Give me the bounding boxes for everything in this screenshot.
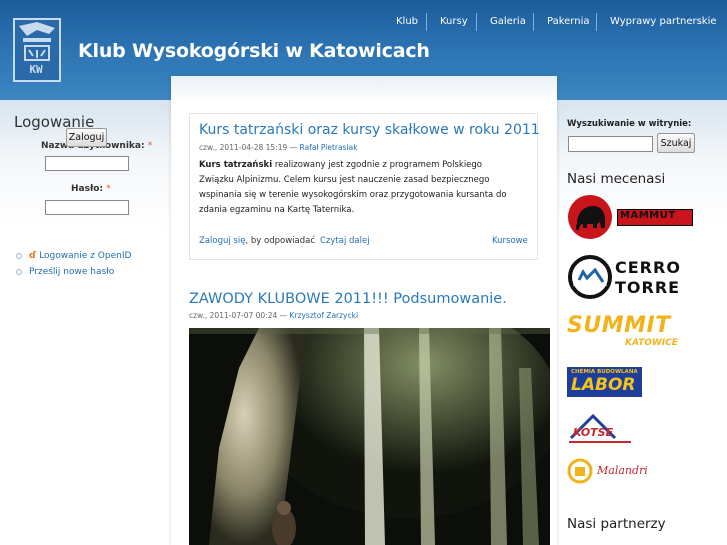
article-links: Zaloguj się, by odpowiadać xyxy=(199,236,315,246)
new-password-item: Prześlij nowe hasło xyxy=(16,267,114,277)
labor-logo[interactable]: CHEMIA BUDOWLANA LABOR xyxy=(567,367,642,397)
mammut-wordmark: MAMMUT xyxy=(620,210,676,221)
username-field[interactable] xyxy=(45,156,129,171)
read-more-wrap: Czytaj dalej xyxy=(320,236,370,246)
meta-dash: — xyxy=(279,311,288,320)
article-meta: czw., 2011-04-28 15:19 — Rafał Pietrasia… xyxy=(199,143,358,152)
search-input[interactable] xyxy=(568,136,653,152)
article-date: czw., 2011-07-07 00:24 xyxy=(189,311,278,320)
search-label: Wyszukiwanie w witrynie: xyxy=(567,119,692,129)
article-meta: czw., 2011-07-07 00:24 — Krzysztof Zarzy… xyxy=(189,311,358,320)
article-tag-link[interactable]: Kursowe xyxy=(492,236,528,246)
partners-title: Nasi partnerzy xyxy=(567,516,666,532)
kotse-logo[interactable]: KOTSE xyxy=(567,412,637,446)
login-button[interactable]: Zaloguj xyxy=(66,128,107,147)
openid-login-item: ɗ Logowanie z OpenID xyxy=(16,251,131,261)
meta-dash: — xyxy=(289,143,298,152)
nav-separator xyxy=(476,13,477,31)
nav-item-kursy[interactable]: Kursy xyxy=(440,16,468,27)
club-logo[interactable]: KW xyxy=(13,18,61,82)
nav-separator xyxy=(533,13,534,31)
login-to-reply-link[interactable]: Zaloguj się xyxy=(199,236,245,246)
katowice-wordmark: KATOWICE xyxy=(625,338,678,348)
article-date: czw., 2011-04-28 15:19 xyxy=(199,143,288,152)
nav-item-wyprawy[interactable]: Wyprawy partnerskie xyxy=(610,16,717,27)
malandri-emblem-icon xyxy=(567,458,593,484)
logo-letters: KW xyxy=(29,63,43,76)
nav-item-pakernia[interactable]: Pakernia xyxy=(547,16,589,27)
password-label: Hasło: * xyxy=(71,184,111,194)
cerro-torre-logo[interactable]: CERRO TORRE xyxy=(567,254,695,302)
article-body-bold: Kurs tatrzański xyxy=(199,160,273,170)
summit-logo[interactable]: SUMMIT KATOWICE xyxy=(567,313,695,353)
mammut-logo[interactable]: MAMMUT xyxy=(567,194,695,240)
site-name[interactable]: Klub Wysokogórski w Katowicach xyxy=(78,40,430,62)
summit-wordmark: SUMMIT xyxy=(567,313,671,338)
sponsors-title: Nasi mecenasi xyxy=(567,171,666,187)
nav-separator xyxy=(426,13,427,31)
malandri-wordmark: Malandri xyxy=(597,464,648,477)
kotse-wordmark: KOTSE xyxy=(573,426,614,439)
article-author[interactable]: Rafał Pietrasiak xyxy=(300,143,358,152)
night-climbing-photo xyxy=(189,328,550,545)
malandri-logo[interactable]: Malandri xyxy=(567,456,677,488)
article-title[interactable]: ZAWODY KLUBOWE 2011!!! Podsumowanie. xyxy=(189,291,507,307)
article-author[interactable]: Krzysztof Zarzycki xyxy=(290,311,359,320)
read-more-link[interactable]: Czytaj dalej xyxy=(320,236,370,246)
bullet-icon xyxy=(16,252,22,259)
nav-item-klub[interactable]: Klub xyxy=(396,16,418,27)
new-password-link[interactable]: Prześlij nowe hasło xyxy=(29,267,114,277)
content-top-gradient xyxy=(171,76,557,104)
openid-login-link[interactable]: Logowanie z OpenID xyxy=(39,251,131,261)
bullet-icon xyxy=(16,268,22,275)
labor-wordmark: LABOR xyxy=(571,375,636,395)
password-field[interactable] xyxy=(45,200,129,215)
cerro-wordmark: CERRO xyxy=(615,258,681,277)
required-mark: * xyxy=(147,141,153,151)
openid-icon: ɗ xyxy=(29,251,37,261)
password-label-text: Hasło: xyxy=(71,184,104,194)
mammoth-icon xyxy=(568,195,612,239)
login-reply-suffix: , by odpowiadać xyxy=(245,236,315,246)
search-button[interactable]: Szukaj xyxy=(657,133,695,153)
nav-separator xyxy=(596,13,597,31)
article-body: Kurs tatrzański realizowany jest zgodnie… xyxy=(199,158,519,218)
article-tag-wrap: Kursowe xyxy=(492,236,528,246)
competition-photo[interactable] xyxy=(189,328,550,545)
mountain-icon xyxy=(568,255,612,299)
torre-wordmark: TORRE xyxy=(615,278,681,297)
article-title[interactable]: Kurs tatrzański oraz kursy skałkowe w ro… xyxy=(199,122,540,138)
required-mark: * xyxy=(106,184,111,194)
nav-item-galeria[interactable]: Galeria xyxy=(490,16,526,27)
